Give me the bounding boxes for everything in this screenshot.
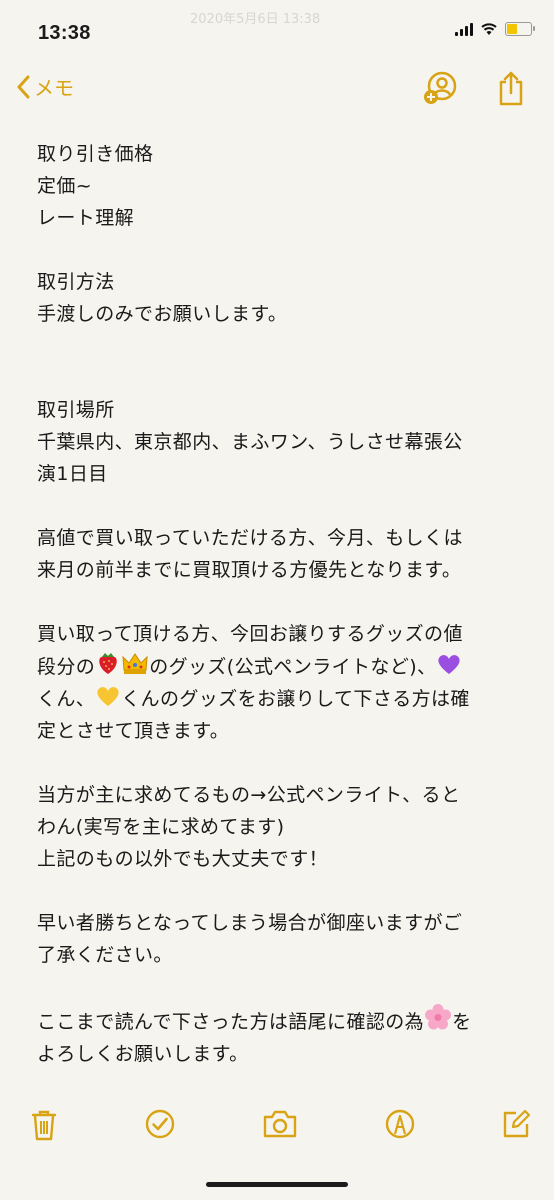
price-line: レート理解 [37, 207, 135, 229]
home-indicator[interactable] [206, 1182, 348, 1187]
trade-line: くん、 くんのグッズをお譲りして下さる方は確 [37, 683, 517, 715]
camera-icon[interactable] [262, 1108, 298, 1140]
cellular-signal-icon [455, 22, 473, 36]
crown-emoji [122, 653, 148, 674]
first-come-line: 早い者勝ちとなってしまう場合が御座いますがご [37, 912, 463, 934]
place-line: 演1日目 [37, 463, 108, 485]
method-text: 手渡しのみでお願いします。 [37, 303, 288, 325]
closing-line: よろしくお願いします。 [37, 1043, 249, 1065]
price-line: 定価~ [37, 175, 93, 197]
add-person-icon[interactable] [422, 70, 460, 106]
status-icons [455, 22, 535, 36]
trade-line: 定とさせて頂きます。 [37, 720, 230, 742]
wifi-icon [481, 23, 497, 35]
strawberry-emoji [99, 653, 117, 674]
share-icon[interactable] [494, 70, 528, 108]
closing-line: ここまで読んで下さった方は語尾に確認の為 を [37, 1003, 517, 1038]
chevron-left-icon [17, 75, 30, 98]
markup-icon[interactable] [384, 1108, 416, 1140]
status-time: 13:38 [38, 22, 91, 44]
method-heading: 取引方法 [37, 271, 115, 293]
priority-line: 高値で買い取っていただける方、今月、もしくは [37, 527, 463, 549]
compose-icon[interactable] [500, 1108, 532, 1140]
yellow-heart-emoji [97, 687, 119, 706]
want-line: 当方が主に求めてるもの→公式ペンライト、ると [37, 784, 461, 806]
price-heading: 取り引き価格 [37, 143, 154, 165]
place-heading: 取引場所 [37, 399, 115, 421]
place-line: 千葉県内、東京都内、まふワン、うしさせ幕張公 [37, 431, 463, 453]
checklist-icon[interactable] [144, 1108, 176, 1140]
first-come-line: 了承ください。 [37, 944, 173, 966]
trash-icon[interactable] [30, 1108, 58, 1142]
cherry-blossom-emoji [425, 1004, 452, 1030]
bottom-toolbar [0, 1100, 554, 1148]
back-label: メモ [34, 76, 74, 100]
nav-bar: メモ [0, 64, 554, 114]
status-bar: 2020年5月6日 13:38 13:38 [0, 0, 554, 64]
back-button[interactable]: メモ [16, 72, 74, 101]
trade-line: 段分の のグッズ(公式ペンライトなど)、 [37, 650, 517, 683]
want-line: 上記のもの以外でも大丈夫です！ [37, 848, 329, 870]
ghost-date: 2020年5月6日 13:38 [190, 12, 321, 27]
purple-heart-emoji [438, 655, 461, 674]
battery-icon [505, 22, 535, 36]
want-line: わん(実写を主に求めてます) [37, 816, 285, 838]
trade-line: 買い取って頂ける方、今回お譲りするグッズの値 [37, 623, 463, 645]
priority-line: 来月の前半までに買取頂ける方優先となります。 [37, 559, 462, 581]
note-body[interactable]: 取り引き価格 定価~ レート理解 取引方法 手渡しのみでお願いします。 取引場所… [37, 138, 517, 1070]
